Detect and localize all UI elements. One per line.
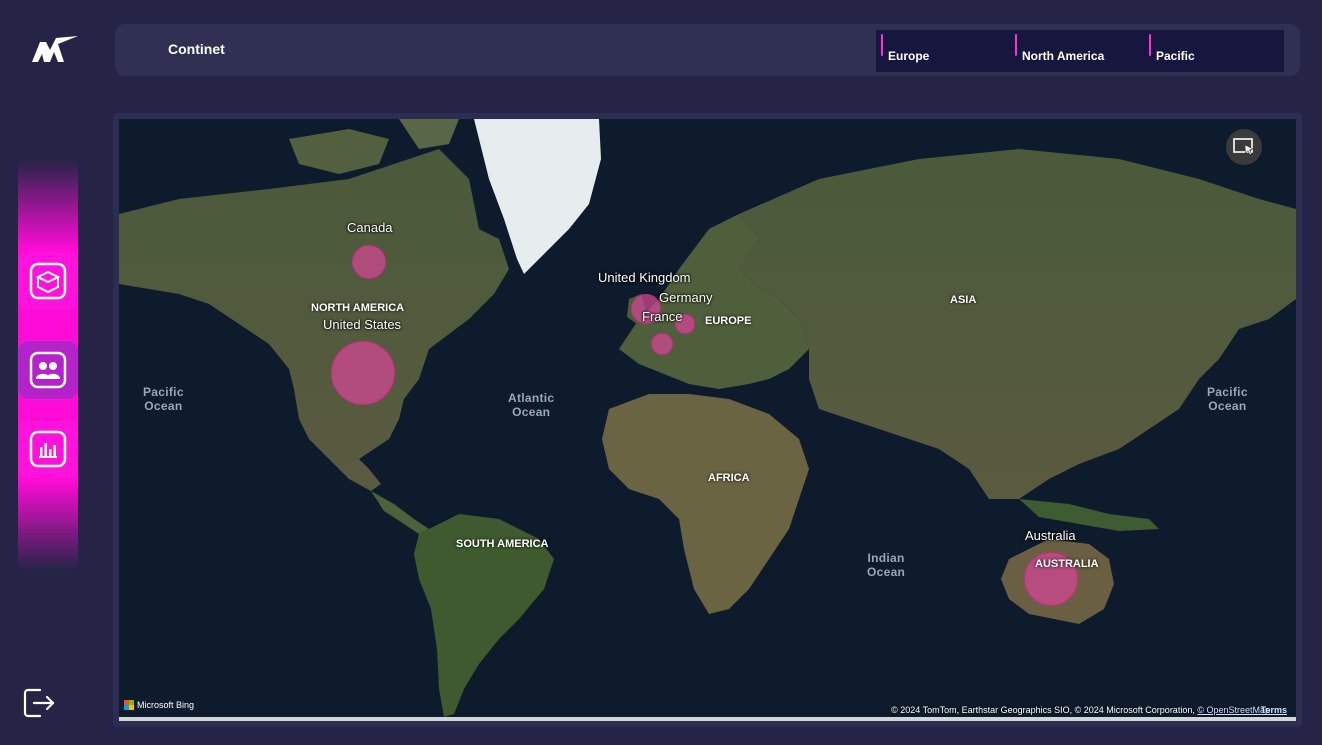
nav-report-button[interactable] [18,420,78,478]
continent-slicer: Europe North America Pacific [876,30,1284,72]
bing-label: Microsoft Bing [137,700,195,710]
report-icon [29,430,67,468]
product-icon [29,262,67,300]
continent-label: ASIA [950,294,977,306]
nav-customers-button[interactable] [18,341,78,399]
ocean-label: Indian Ocean [867,551,906,579]
map-credits: © 2024 TomTom, Earthstar Geographics SIO… [891,705,1270,715]
osm-link[interactable]: © OpenStreetMap [1197,705,1270,715]
slicer-option-label: Europe [888,49,930,63]
location-label: Canada [347,220,393,235]
ocean-label: Pacific Ocean [143,385,184,413]
slicer-option-europe[interactable]: Europe [876,30,1010,72]
nav-product-button[interactable] [18,252,78,310]
continent-label: AUSTRALIA [1035,558,1099,570]
slicer-option-pacific[interactable]: Pacific [1144,30,1278,72]
microsoft-logo-icon [124,700,134,710]
bing-logo: Microsoft Bing [124,700,194,710]
location-label: France [642,309,683,324]
header-bar: Continet Europe North America Pacific [115,24,1300,76]
terms-link[interactable]: Terms [1261,705,1287,715]
page-title: Continet [168,41,225,57]
location-label: Australia [1025,528,1076,543]
ocean-label: Atlantic Ocean [508,391,555,419]
brand-logo [32,36,78,62]
customers-icon [29,351,67,389]
world-map[interactable]: Pacific Ocean Atlantic Ocean Indian Ocean P… [119,119,1296,721]
map-bubble-united-states[interactable] [331,341,395,405]
ocean-label: Pacific Ocean [1207,385,1248,413]
continent-label: EUROPE [705,315,752,327]
slicer-option-label: Pacific [1156,49,1195,63]
focus-mode-button[interactable] [1226,129,1262,165]
slicer-option-label: North America [1022,49,1105,63]
focus-mode-icon [1233,138,1254,156]
location-label: United Kingdom [598,270,691,285]
continent-label: SOUTH AMERICA [456,538,549,550]
map-bubble-france[interactable] [651,333,673,355]
continent-label: AFRICA [708,472,750,484]
slicer-option-north-america[interactable]: North America [1010,30,1144,72]
credits-text: © 2024 TomTom, Earthstar Geographics SIO… [891,705,1198,715]
location-label: United States [323,317,402,332]
map-basemap [119,119,1296,721]
logout-icon[interactable] [20,685,56,721]
location-label: Germany [659,290,713,305]
continent-label: NORTH AMERICA [311,302,405,314]
map-bubble-canada[interactable] [352,245,386,279]
